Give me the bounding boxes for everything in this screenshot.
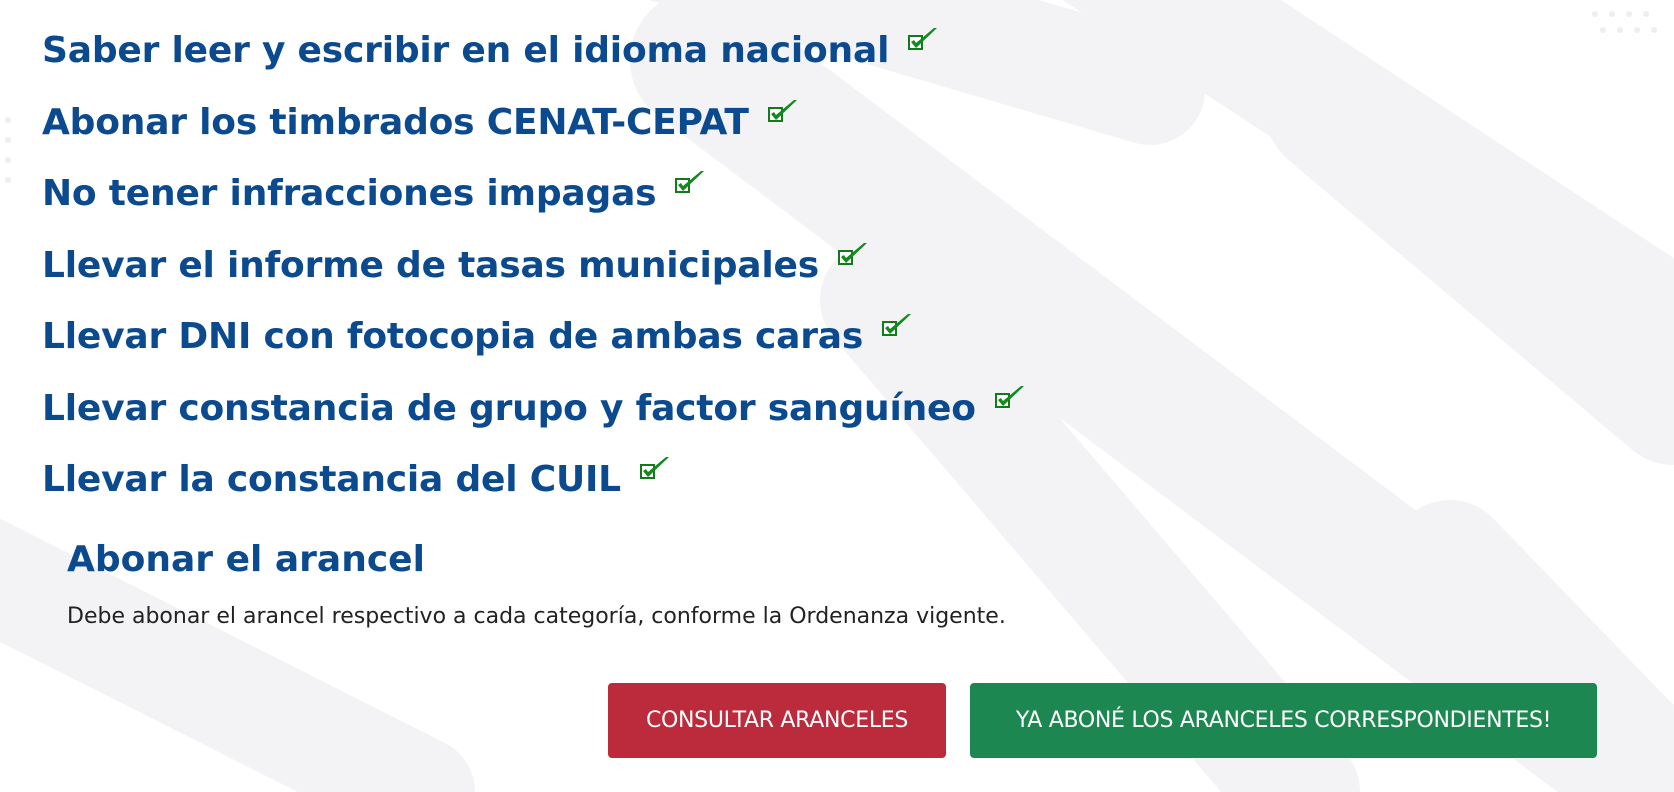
- requirement-text: Saber leer y escribir en el idioma nacio…: [42, 30, 890, 71]
- requirement-item: Llevar el informe de tasas municipales: [42, 237, 1026, 309]
- requirement-item: Llevar DNI con fotocopia de ambas caras: [42, 308, 1026, 380]
- requirement-item: Saber leer y escribir en el idioma nacio…: [42, 22, 1026, 94]
- fee-section-title: Abonar el arancel: [67, 539, 425, 580]
- check-icon: [837, 242, 867, 265]
- check-icon: [882, 314, 912, 336]
- check-icon: [675, 171, 705, 193]
- requirement-text: Llevar la constancia del CUIL: [42, 459, 621, 500]
- consult-fees-button[interactable]: CONSULTAR ARANCELES: [608, 683, 946, 758]
- requirement-item: Abonar los timbrados CENAT-CEPAT: [42, 94, 1026, 166]
- fee-section-description: Debe abonar el arancel respectivo a cada…: [67, 604, 1006, 629]
- requirement-text: Llevar DNI con fotocopia de ambas caras: [42, 316, 864, 357]
- requirement-item: Llevar constancia de grupo y factor sang…: [42, 380, 1026, 452]
- requirement-item: Llevar la constancia del CUIL: [42, 451, 1026, 523]
- requirement-text: Llevar constancia de grupo y factor sang…: [42, 387, 976, 429]
- check-icon: [908, 28, 938, 50]
- fees-paid-button[interactable]: YA ABONÉ LOS ARANCELES CORRESPONDIENTES!: [970, 683, 1597, 758]
- requirements-list: Saber leer y escribir en el idioma nacio…: [42, 22, 1026, 523]
- requirement-item: No tener infracciones impagas: [42, 165, 1026, 237]
- check-icon: [994, 385, 1024, 408]
- requirement-text: Llevar el informe de tasas municipales: [42, 244, 819, 286]
- requirement-text: No tener infracciones impagas: [42, 173, 657, 214]
- check-icon: [767, 99, 797, 122]
- check-icon: [639, 457, 669, 479]
- requirement-text: Abonar los timbrados CENAT-CEPAT: [42, 101, 749, 143]
